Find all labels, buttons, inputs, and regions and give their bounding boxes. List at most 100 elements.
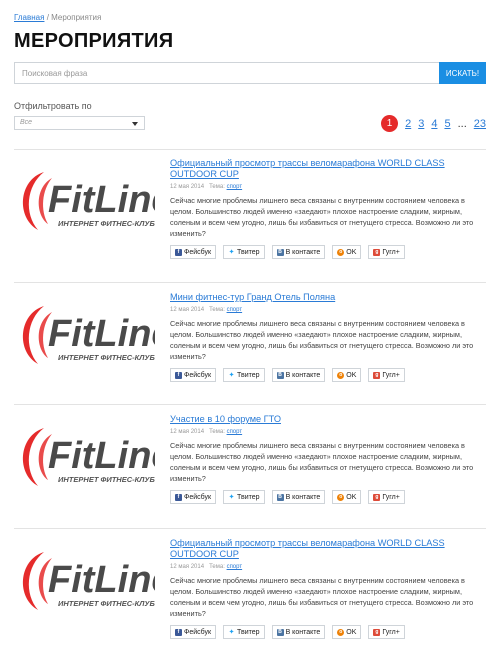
search-button[interactable]: ИСКАТЬ! (439, 62, 486, 84)
list-item: FitLine ИНТЕРНЕТ ФИТНЕС-КЛУБ Участие в 1… (14, 414, 486, 524)
filter-label: Отфильтровать по (14, 101, 92, 111)
google-plus-icon: g (373, 493, 381, 501)
share-ok-button[interactable]: o OK (332, 245, 362, 259)
share-vk-button[interactable]: BВ контакте (271, 490, 326, 504)
share-buttons: f Фейсбук ✦ Твитер B В контакте o OK g Гугл+ (170, 368, 486, 382)
share-facebook-button[interactable]: f Фейсбук (170, 490, 217, 504)
fitline-logo: FitLine ИНТЕРНЕТ ФИТНЕС-КЛУБ (22, 172, 155, 230)
share-ok-button[interactable]: o OK (332, 490, 362, 504)
item-meta: 12 мая 2014 Тема: спорт (170, 564, 486, 570)
facebook-icon: f (175, 371, 182, 379)
item-theme-link[interactable]: спорт (227, 429, 243, 435)
search-bar: ИСКАТЬ! (14, 62, 486, 84)
fitline-logo: FitLine ИНТЕРНЕТ ФИТНЕС-КЛУБ (22, 428, 155, 486)
share-ok-button[interactable]: o OK (332, 625, 362, 639)
item-date: 12 мая 2014 (170, 564, 205, 570)
fitline-logo: FitLine ИНТЕРНЕТ ФИТНЕС-КЛУБ (22, 306, 155, 364)
google-plus-icon: g (373, 248, 381, 256)
page-link-5[interactable]: 5 (444, 118, 450, 130)
share-vk-button[interactable]: BВ контакте (271, 368, 326, 382)
share-vk-label: В контакте (285, 628, 321, 636)
item-date: 12 мая 2014 (170, 429, 205, 435)
logo-subtitle-text: ИНТЕРНЕТ ФИТНЕС-КЛУБ (58, 475, 155, 484)
page-title: МЕРОПРИЯТИЯ (14, 30, 174, 52)
share-vk-button[interactable]: BВ контакте (271, 625, 326, 639)
vk-icon: B (276, 371, 284, 379)
share-twitter-button[interactable]: ✦ Твитер (223, 490, 265, 504)
share-vk-label: В контакте (285, 493, 321, 501)
share-facebook-button[interactable]: f Фейсбук (170, 245, 217, 259)
caret-down-icon (132, 122, 138, 126)
twitter-icon: ✦ (228, 629, 235, 636)
share-google-button[interactable]: g Гугл+ (368, 625, 405, 639)
item-title-link[interactable]: Официальный просмотр трассы веломарафона… (170, 158, 486, 180)
item-date: 12 мая 2014 (170, 307, 205, 313)
filter-select[interactable]: Все (14, 116, 145, 130)
share-google-label: Гугл+ (382, 628, 400, 636)
item-description: Сейчас многие проблемы лишнего веса связ… (170, 576, 474, 618)
item-theme-label: Тема: (209, 564, 225, 570)
list-item: FitLine ИНТЕРНЕТ ФИТНЕС-КЛУБ Официальный… (14, 538, 486, 648)
share-facebook-button[interactable]: f Фейсбук (170, 368, 217, 382)
share-twitter-button[interactable]: ✦ Твитер (223, 625, 265, 639)
list-item: FitLine ИНТЕРНЕТ ФИТНЕС-КЛУБ Мини фитнес… (14, 292, 486, 402)
item-meta: 12 мая 2014 Тема: спорт (170, 307, 486, 313)
share-vk-button[interactable]: BВ контакте (271, 245, 326, 259)
item-meta: 12 мая 2014 Тема: спорт (170, 184, 486, 190)
odnoklassniki-icon: o (337, 493, 345, 501)
share-twitter-button[interactable]: ✦ Твитер (223, 368, 265, 382)
share-google-label: Гугл+ (382, 248, 400, 256)
odnoklassniki-icon: o (337, 371, 345, 379)
odnoklassniki-icon: o (337, 628, 345, 636)
share-ok-label: OK (346, 493, 357, 501)
item-title-link[interactable]: Участие в 10 форуме ГТО (170, 414, 486, 425)
breadcrumb-current: Мероприятия (51, 13, 102, 22)
item-description: Сейчас многие проблемы лишнего веса связ… (170, 319, 474, 361)
google-plus-icon: g (373, 628, 381, 636)
share-twitter-button[interactable]: ✦ Твитер (223, 245, 265, 259)
share-google-label: Гугл+ (382, 371, 400, 379)
page-link-last[interactable]: 23 (474, 118, 486, 130)
item-title-link[interactable]: Официальный просмотр трассы веломарафона… (170, 538, 486, 560)
google-plus-icon: g (373, 371, 381, 379)
logo-subtitle-text: ИНТЕРНЕТ ФИТНЕС-КЛУБ (58, 219, 155, 228)
share-twitter-label: Твитер (237, 248, 260, 256)
item-theme-link[interactable]: спорт (227, 184, 243, 190)
item-theme-label: Тема: (209, 429, 225, 435)
item-description: Сейчас многие проблемы лишнего веса связ… (170, 196, 474, 238)
share-buttons: f Фейсбук ✦ Твитер B В контакте o OK g Гугл+ (170, 625, 486, 639)
share-ok-button[interactable]: o OK (332, 368, 362, 382)
share-facebook-label: Фейсбук (184, 493, 212, 501)
logo-brand-text: FitLine (48, 179, 155, 221)
page-link-4[interactable]: 4 (431, 118, 437, 130)
share-facebook-button[interactable]: f Фейсбук (170, 625, 217, 639)
list-divider (14, 282, 486, 283)
list-item: FitLine ИНТЕРНЕТ ФИТНЕС-КЛУБ Официальный… (14, 158, 486, 268)
filter-selected-value: Все (20, 119, 33, 126)
share-google-button[interactable]: g Гугл+ (368, 368, 405, 382)
facebook-icon: f (175, 493, 182, 501)
item-content: Мини фитнес-тур Гранд Отель Поляна 12 мая… (170, 292, 486, 382)
breadcrumb: Главная / Мероприятия (14, 13, 101, 22)
breadcrumb-home-link[interactable]: Главная (14, 13, 44, 22)
share-google-button[interactable]: g Гугл+ (368, 490, 405, 504)
share-facebook-label: Фейсбук (184, 371, 212, 379)
item-content: Официальный просмотр трассы веломарафона… (170, 538, 486, 639)
odnoklassniki-icon: o (337, 248, 345, 256)
share-twitter-label: Твитер (237, 628, 260, 636)
vk-icon: B (276, 628, 284, 636)
page-link-3[interactable]: 3 (418, 118, 424, 130)
item-theme-link[interactable]: спорт (227, 564, 243, 570)
facebook-icon: f (175, 248, 182, 256)
page-link-2[interactable]: 2 (405, 118, 411, 130)
share-ok-label: OK (346, 248, 357, 256)
logo-brand-text: FitLine (48, 313, 155, 355)
share-google-button[interactable]: g Гугл+ (368, 245, 405, 259)
breadcrumb-separator: / (46, 13, 49, 22)
item-description: Сейчас многие проблемы лишнего веса связ… (170, 441, 474, 483)
item-theme-link[interactable]: спорт (227, 307, 243, 313)
item-title-link[interactable]: Мини фитнес-тур Гранд Отель Поляна (170, 292, 486, 303)
search-input[interactable] (15, 63, 440, 84)
share-buttons: f Фейсбук ✦ Твитер B В контакте o OK g Гугл+ (170, 245, 486, 259)
item-meta: 12 мая 2014 Тема: спорт (170, 429, 486, 435)
